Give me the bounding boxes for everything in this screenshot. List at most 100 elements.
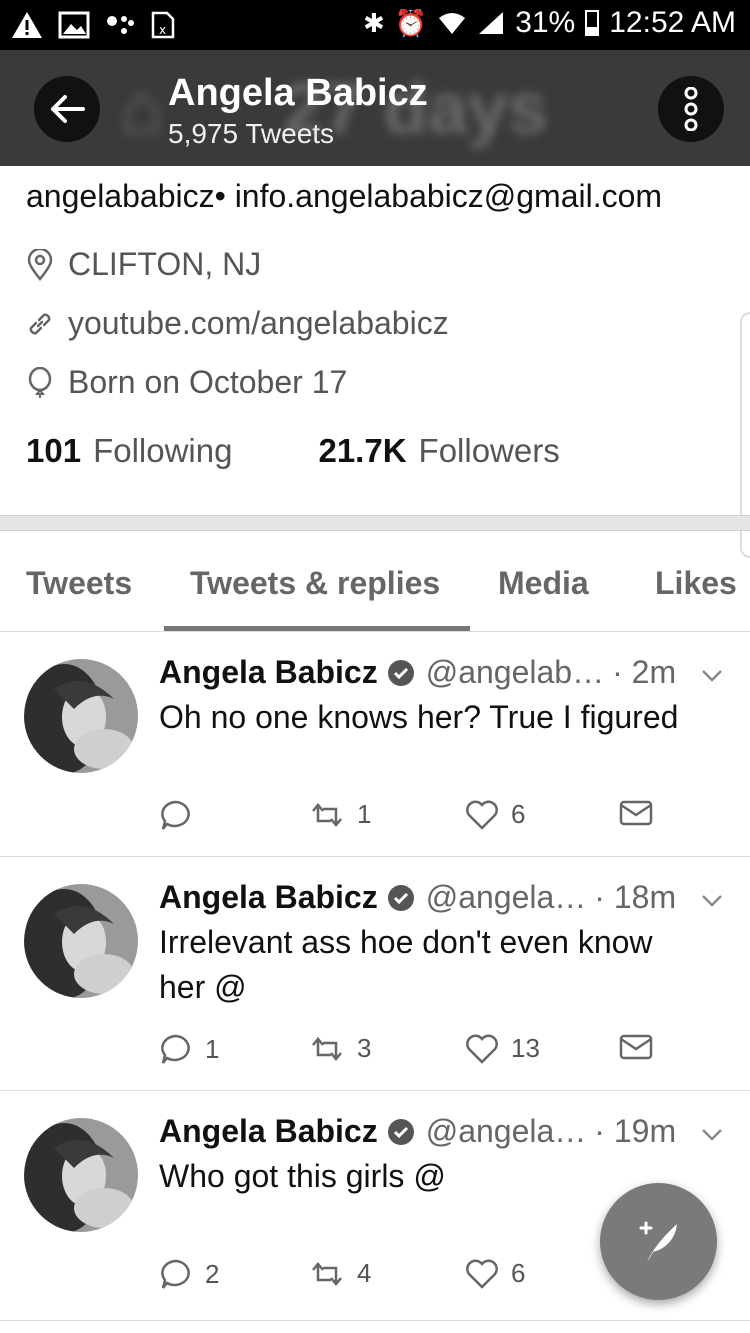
reply-icon (161, 1259, 190, 1289)
location-text: CLIFTON, NJ (68, 246, 262, 282)
arrow-left-icon (51, 95, 85, 123)
following-stat[interactable]: 101 Following (26, 432, 232, 470)
like-button[interactable]: 6 (465, 1258, 525, 1289)
followers-stat[interactable]: 21.7K Followers (318, 432, 559, 470)
tab-likes[interactable]: Likes (655, 565, 737, 602)
like-button[interactable]: 13 (465, 1033, 540, 1064)
following-label: Following (93, 432, 233, 469)
tweet-actions: 2 4 6 (159, 1258, 659, 1292)
tweet-author-handle[interactable]: @angela… (426, 879, 587, 916)
profile-birthday: Born on October 17 (26, 364, 347, 401)
chevron-down-icon[interactable] (700, 668, 724, 684)
status-system-icons: ✱ ⏰ 31% 12:52 AM (363, 6, 736, 40)
like-count: 6 (511, 799, 526, 829)
tweet-text: Irrelevant ass hoe don't even know her @ (159, 924, 653, 1005)
alarm-icon: ⏰ (394, 8, 428, 38)
tweet-author-name[interactable]: Angela Babicz (159, 654, 378, 691)
battery-icon (585, 10, 600, 36)
status-notification-icons: x (10, 10, 176, 40)
followers-label: Followers (418, 432, 560, 469)
verified-badge-icon (387, 659, 414, 686)
heart-icon (466, 800, 498, 830)
compose-tweet-icon (639, 1221, 677, 1262)
header-tweet-count: 5,975 Tweets (168, 118, 335, 149)
bluetooth-icon: ✱ (363, 8, 385, 38)
signal-icon (479, 12, 504, 34)
clock: 12:52 AM (609, 6, 736, 39)
reply-icon (161, 1034, 190, 1064)
link-icon (29, 313, 51, 334)
like-button[interactable]: 6 (465, 799, 525, 830)
tab-media[interactable]: Media (498, 565, 589, 602)
profile-tabs: Tweets Tweets & replies Media Likes (0, 531, 750, 632)
profile-header: ⌂ 27 days Angela Babicz 5,975 Tweets (0, 50, 750, 166)
warning-icon (12, 12, 42, 38)
like-count: 13 (511, 1033, 540, 1063)
chevron-down-icon[interactable] (700, 1127, 724, 1143)
retweet-count: 3 (357, 1033, 372, 1063)
tweet-item[interactable]: Angela Babicz @angelab… · 2m Oh no one k… (0, 632, 750, 857)
retweet-icon (312, 802, 342, 827)
sim-icon: x (151, 11, 175, 39)
assistant-icon (107, 16, 134, 34)
tweet-author-name[interactable]: Angela Babicz (159, 1113, 378, 1150)
tweet-text: Oh no one knows her? True I figured (159, 699, 679, 735)
verified-badge-icon (387, 1118, 414, 1145)
heart-icon (466, 1259, 498, 1289)
reply-button[interactable]: 2 (159, 1258, 219, 1290)
retweet-button[interactable]: 1 (309, 799, 371, 830)
tweet-time: · 19m (594, 1113, 677, 1149)
tweet-time: · 2m (612, 654, 677, 690)
header-name: Angela Babicz (168, 72, 428, 114)
tweet-header: Angela Babicz @angela… · 18m (159, 879, 676, 916)
status-bar: x ✱ ⏰ 31% 12:52 AM (0, 0, 750, 50)
tab-tweets-replies[interactable]: Tweets & replies (190, 565, 440, 602)
website-link[interactable]: youtube.com/angelababicz (68, 305, 449, 342)
followers-count: 21.7K (318, 432, 407, 469)
tweet-author-handle[interactable]: @angelab… (426, 654, 604, 691)
avatar[interactable] (24, 1118, 138, 1232)
reply-icon (161, 800, 190, 830)
reply-button[interactable] (159, 799, 205, 831)
reply-button[interactable]: 1 (159, 1033, 219, 1065)
reply-count: 1 (205, 1033, 220, 1064)
tweet-author-handle[interactable]: @angela… (426, 1113, 587, 1150)
tweet-header: Angela Babicz @angelab… · 2m (159, 654, 676, 691)
battery-percent: 31% (515, 6, 576, 39)
profile-website[interactable]: youtube.com/angelababicz (26, 305, 449, 342)
tab-tweets[interactable]: Tweets (26, 565, 132, 602)
tweet-time: · 18m (594, 879, 677, 915)
retweet-count: 4 (357, 1258, 372, 1288)
tweet-author-name[interactable]: Angela Babicz (159, 879, 378, 916)
balloon-icon (28, 366, 52, 398)
birthday-text: Born on October 17 (68, 364, 348, 400)
tweet-actions: 1 6 (159, 799, 659, 833)
retweet-button[interactable]: 3 (309, 1033, 371, 1064)
image-icon (58, 11, 90, 39)
tweet-header: Angela Babicz @angela… · 19m (159, 1113, 676, 1150)
retweet-icon (312, 1036, 342, 1061)
following-count: 101 (26, 432, 82, 469)
compose-tweet-button[interactable] (600, 1183, 717, 1300)
direct-message-button[interactable] (619, 1033, 653, 1061)
wifi-icon (439, 13, 466, 34)
active-tab-indicator (164, 626, 470, 631)
reply-count: 2 (205, 1258, 220, 1289)
tweet-item[interactable]: Angela Babicz @angela… · 18m Irrelevant … (0, 857, 750, 1091)
more-options-button[interactable] (658, 76, 724, 142)
chevron-down-icon[interactable] (700, 893, 724, 909)
back-button[interactable] (34, 76, 100, 142)
avatar[interactable] (24, 659, 138, 773)
tweet-actions: 1 3 13 (159, 1033, 659, 1067)
profile-bio: angelababicz• info.angelababicz@gmail.co… (26, 178, 663, 214)
svg-text:x: x (159, 23, 166, 37)
direct-message-button[interactable] (619, 799, 653, 827)
retweet-button[interactable]: 4 (309, 1258, 371, 1289)
follow-stats: 101 Following 21.7K Followers (26, 432, 560, 470)
section-divider (0, 515, 750, 531)
envelope-icon (619, 800, 653, 826)
avatar[interactable] (24, 884, 138, 998)
like-count: 6 (511, 1258, 526, 1288)
verified-badge-icon (387, 884, 414, 911)
more-vertical-icon (684, 87, 698, 131)
